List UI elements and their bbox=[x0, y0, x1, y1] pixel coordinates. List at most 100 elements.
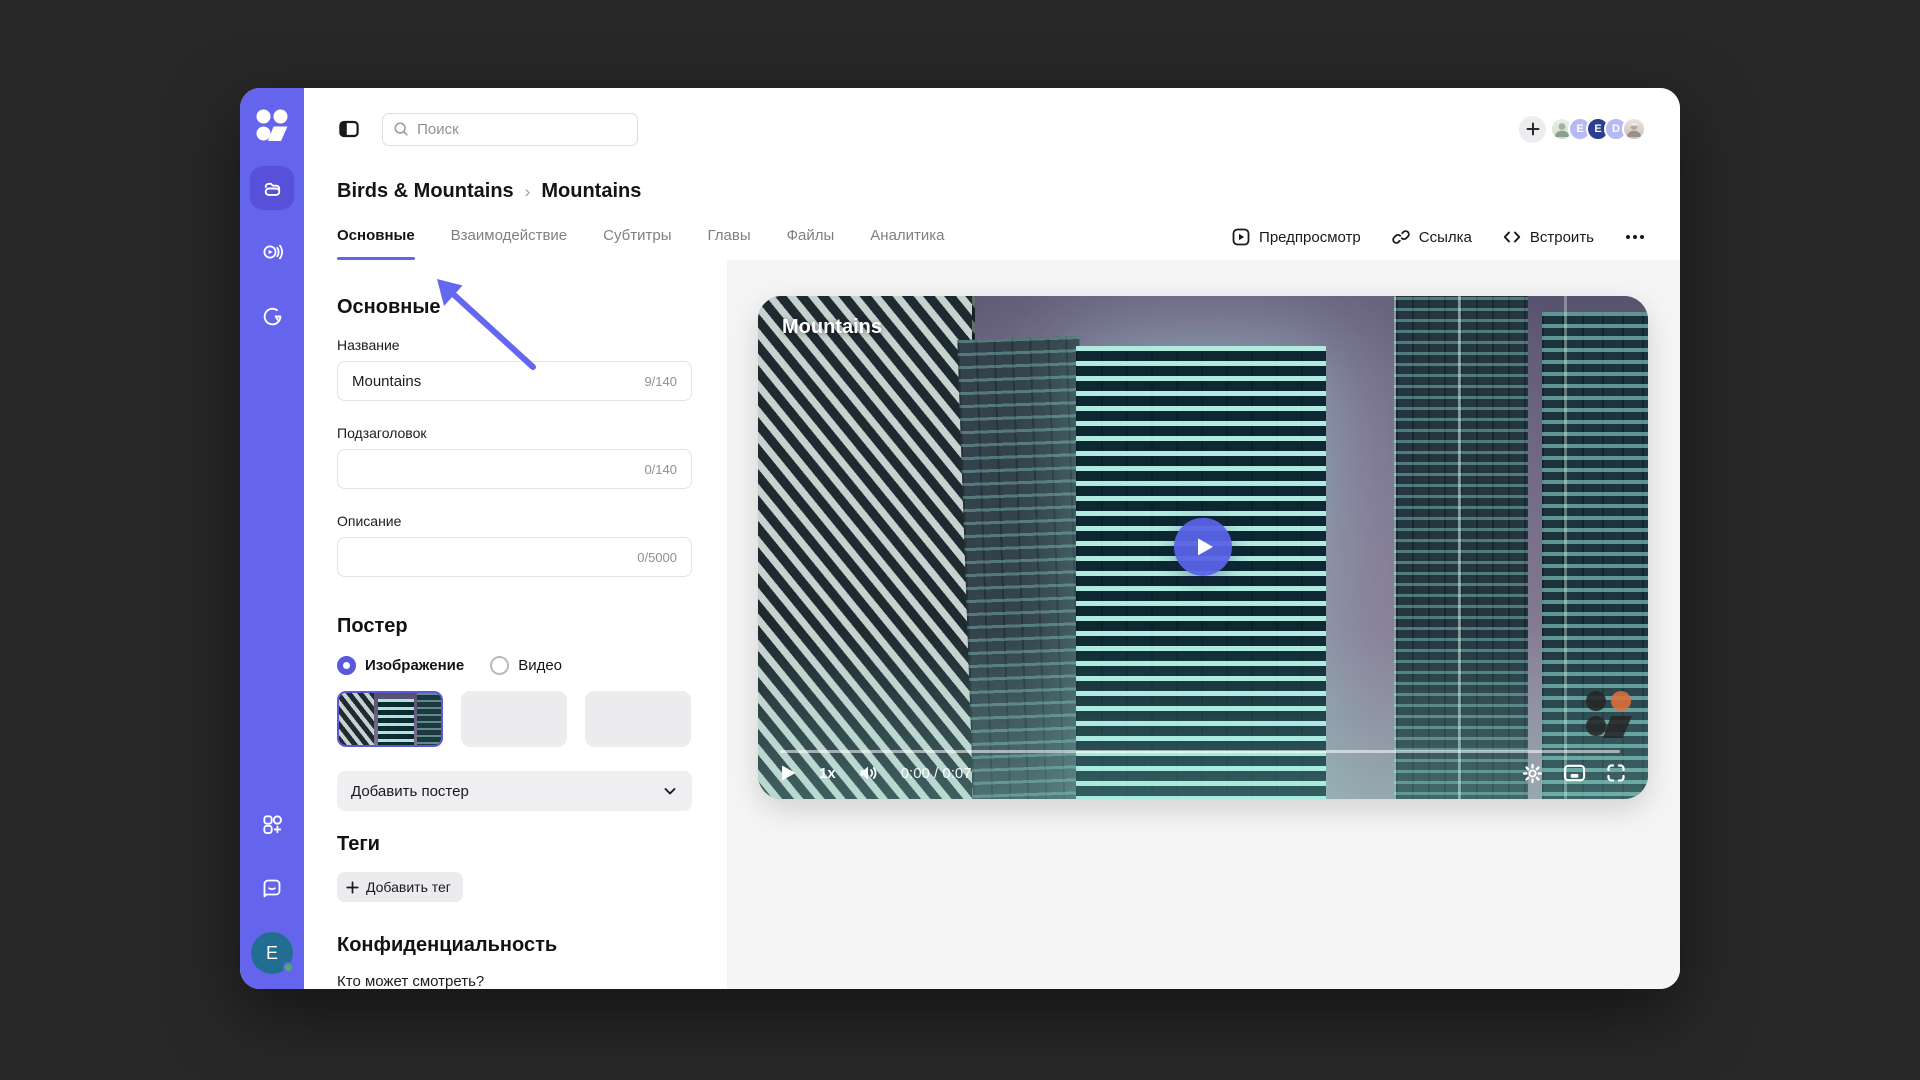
gear-icon bbox=[1522, 763, 1543, 784]
breadcrumb-current: Mountains bbox=[541, 180, 641, 203]
name-counter: 9/140 bbox=[644, 374, 677, 389]
preview-label: Предпросмотр bbox=[1259, 229, 1361, 246]
search-icon bbox=[393, 120, 409, 138]
breadcrumb: Birds & Mountains › Mountains bbox=[337, 180, 1680, 203]
link-label: Ссылка bbox=[1419, 229, 1472, 246]
section-title-privacy: Конфиденциальность bbox=[337, 934, 692, 957]
plus-icon bbox=[1526, 122, 1540, 136]
add-member-button[interactable] bbox=[1519, 116, 1546, 143]
page-background: { "colors": { "accent": "#6564ec", "side… bbox=[0, 0, 1920, 1080]
radio-selected-icon bbox=[337, 656, 356, 675]
player-controls: 1x 0:00 / 0:07 bbox=[780, 755, 1626, 791]
sidebar-item-support-chat[interactable] bbox=[250, 866, 294, 910]
volume-icon bbox=[858, 763, 879, 783]
app-window: E bbox=[240, 88, 1680, 989]
recorder-icon bbox=[261, 305, 284, 328]
fullscreen-button[interactable] bbox=[1606, 763, 1626, 783]
radio-unselected-icon bbox=[490, 656, 509, 675]
poster-thumbnails bbox=[337, 691, 692, 747]
description-counter: 0/5000 bbox=[637, 550, 677, 565]
member-avatar-photo[interactable] bbox=[1622, 117, 1646, 141]
member-avatar-stack: E E D bbox=[1556, 117, 1646, 141]
tab-main[interactable]: Основные bbox=[337, 227, 415, 260]
subtitle-input[interactable] bbox=[352, 461, 636, 478]
tabs: Основные Взаимодействие Субтитры Главы Ф… bbox=[337, 227, 945, 260]
view-pane: Mountains bbox=[727, 260, 1680, 989]
folder-icon bbox=[261, 177, 284, 200]
sidebar-toggle-button[interactable] bbox=[336, 116, 362, 142]
topbar-right: E E D bbox=[1519, 116, 1646, 143]
subtitle-label: Подзаголовок bbox=[337, 425, 692, 441]
section-title-poster: Постер bbox=[337, 615, 692, 638]
poster-video-radio[interactable]: Видео bbox=[490, 656, 562, 675]
volume-button[interactable] bbox=[858, 763, 879, 783]
poster-thumbnail-empty[interactable] bbox=[585, 691, 691, 747]
chat-icon bbox=[260, 876, 284, 900]
time-display: 0:00 / 0:07 bbox=[901, 765, 972, 782]
progress-bar[interactable] bbox=[780, 750, 1620, 753]
kinescope-logo-icon[interactable] bbox=[255, 108, 289, 142]
add-poster-dropdown[interactable]: Добавить постер bbox=[337, 771, 692, 811]
poster-image-label: Изображение bbox=[365, 657, 464, 674]
subtitle-counter: 0/140 bbox=[644, 462, 677, 477]
kinescope-watermark-icon bbox=[1584, 689, 1638, 739]
subtitle-field-wrap: 0/140 bbox=[337, 449, 692, 489]
poster-type-radios: Изображение Видео bbox=[337, 656, 692, 675]
settings-button[interactable] bbox=[1522, 763, 1543, 784]
sidebar-item-apps[interactable] bbox=[250, 802, 294, 846]
section-title-main: Основные bbox=[337, 296, 692, 319]
sidebar-bottom: E bbox=[250, 802, 294, 974]
tab-files[interactable]: Файлы bbox=[787, 227, 835, 260]
preview-play-icon bbox=[1231, 227, 1251, 247]
tab-interaction[interactable]: Взаимодействие bbox=[451, 227, 567, 260]
big-play-button[interactable] bbox=[1174, 517, 1232, 575]
name-field-wrap: 9/140 bbox=[337, 361, 692, 401]
description-field-wrap: 0/5000 bbox=[337, 537, 692, 577]
user-avatar-initial: E bbox=[266, 943, 278, 964]
code-icon bbox=[1502, 227, 1522, 247]
avatar-initial: D bbox=[1612, 123, 1620, 135]
poster-video-label: Видео bbox=[518, 657, 562, 674]
play-button[interactable] bbox=[780, 764, 797, 782]
poster-thumbnail-selected[interactable] bbox=[337, 691, 443, 747]
poster-image-radio[interactable]: Изображение bbox=[337, 656, 464, 675]
sidebar-item-recorder[interactable] bbox=[250, 294, 294, 338]
add-tag-button[interactable]: Добавить тег bbox=[337, 872, 463, 902]
add-poster-label: Добавить постер bbox=[351, 783, 469, 800]
add-tag-label: Добавить тег bbox=[366, 879, 451, 895]
sidebar: E bbox=[240, 88, 304, 989]
tabs-row: Основные Взаимодействие Субтитры Главы Ф… bbox=[337, 227, 1646, 260]
person-icon bbox=[1624, 119, 1644, 139]
embed-button[interactable]: Встроить bbox=[1502, 227, 1594, 247]
plus-icon bbox=[346, 881, 359, 894]
more-actions-button[interactable] bbox=[1624, 231, 1646, 243]
breadcrumb-parent[interactable]: Birds & Mountains bbox=[337, 180, 514, 203]
video-player[interactable]: Mountains bbox=[758, 296, 1648, 799]
search-box bbox=[382, 113, 638, 146]
player-video-title: Mountains bbox=[782, 316, 882, 339]
sidebar-item-streams[interactable] bbox=[250, 230, 294, 274]
speed-button[interactable]: 1x bbox=[819, 765, 836, 782]
more-icon bbox=[1626, 235, 1630, 239]
avatar-initial: E bbox=[1594, 123, 1601, 135]
search-input[interactable] bbox=[417, 121, 627, 138]
tab-chapters[interactable]: Главы bbox=[707, 227, 750, 260]
link-button[interactable]: Ссылка bbox=[1391, 227, 1472, 247]
chevron-down-icon bbox=[662, 783, 678, 799]
tab-analytics[interactable]: Аналитика bbox=[870, 227, 944, 260]
pip-button[interactable] bbox=[1563, 763, 1586, 783]
main-area: E E D bbox=[304, 88, 1680, 989]
preview-button[interactable]: Предпросмотр bbox=[1231, 227, 1361, 247]
stream-icon bbox=[260, 240, 284, 264]
name-input[interactable] bbox=[352, 373, 636, 390]
fullscreen-icon bbox=[1606, 763, 1626, 783]
sidebar-item-projects[interactable] bbox=[250, 166, 294, 210]
panel-toggle-icon bbox=[337, 117, 361, 141]
topbar: E E D bbox=[304, 88, 1680, 146]
privacy-question-label: Кто может смотреть? bbox=[337, 973, 692, 989]
poster-thumbnail-empty[interactable] bbox=[461, 691, 567, 747]
tab-subtitles[interactable]: Субтитры bbox=[603, 227, 671, 260]
description-input[interactable] bbox=[352, 549, 629, 566]
user-avatar[interactable]: E bbox=[251, 932, 293, 974]
apps-plus-icon bbox=[261, 813, 284, 836]
